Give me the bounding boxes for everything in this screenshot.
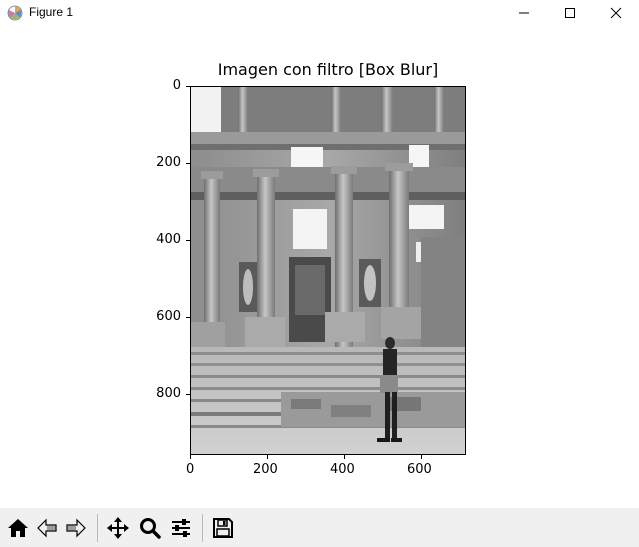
- pan-button[interactable]: [104, 514, 132, 542]
- back-button[interactable]: [33, 514, 61, 542]
- minimize-button[interactable]: [501, 0, 547, 26]
- x-tick-label: 200: [253, 462, 278, 477]
- x-tick-label: 600: [407, 462, 432, 477]
- save-button[interactable]: [209, 514, 237, 542]
- zoom-button[interactable]: [136, 514, 164, 542]
- close-icon: [610, 7, 622, 19]
- y-tick-label: 200: [156, 155, 181, 170]
- window-title: Figure 1: [29, 5, 74, 19]
- maximize-button[interactable]: [547, 0, 593, 26]
- back-arrow-icon: [37, 518, 57, 538]
- x-tick-mark: [190, 455, 191, 459]
- pan-move-icon: [107, 517, 129, 539]
- matplotlib-app-icon: [7, 5, 23, 21]
- y-tick-mark: [186, 86, 190, 87]
- y-tick-label: 800: [156, 386, 181, 401]
- save-floppy-icon: [213, 518, 233, 538]
- title-bar: Figure 1: [0, 0, 639, 26]
- y-tick-label: 0: [172, 78, 181, 93]
- x-tick-mark: [267, 455, 268, 459]
- x-tick-label: 0: [186, 462, 195, 477]
- toolbar-separator: [202, 514, 203, 542]
- grayscale-photo-image: [191, 87, 465, 454]
- y-tick-mark: [186, 163, 190, 164]
- y-tick-mark: [186, 240, 190, 241]
- figure-title: Imagen con filtro [Box Blur]: [217, 60, 439, 79]
- forward-button[interactable]: [62, 514, 90, 542]
- minimize-icon: [519, 12, 529, 14]
- close-button[interactable]: [593, 0, 639, 26]
- x-tick-mark: [344, 455, 345, 459]
- configure-subplots-button[interactable]: [167, 514, 195, 542]
- image-axes[interactable]: [190, 86, 466, 455]
- x-tick-label: 400: [330, 462, 355, 477]
- forward-arrow-icon: [66, 518, 86, 538]
- maximize-icon: [565, 8, 575, 18]
- zoom-magnifier-icon: [140, 518, 161, 539]
- y-tick-label: 600: [156, 309, 181, 324]
- home-icon: [8, 519, 28, 537]
- toolbar-separator: [97, 514, 98, 542]
- y-tick-label: 400: [156, 232, 181, 247]
- x-tick-mark: [421, 455, 422, 459]
- y-tick-mark: [186, 317, 190, 318]
- y-tick-mark: [186, 394, 190, 395]
- configure-subplots-icon: [172, 519, 190, 537]
- navigation-toolbar: [0, 508, 639, 547]
- home-button[interactable]: [4, 514, 32, 542]
